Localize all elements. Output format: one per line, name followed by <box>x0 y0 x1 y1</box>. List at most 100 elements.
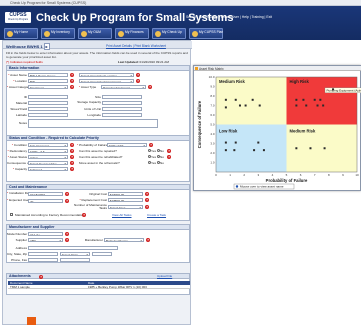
repair-radio-group[interactable]: Yes No <box>147 149 164 153</box>
create-task-link[interactable]: Create a Task <box>147 213 166 217</box>
help-icon[interactable]: ? <box>65 237 69 242</box>
zip-field[interactable] <box>92 251 112 256</box>
taskbar-icon[interactable] <box>27 317 36 325</box>
address-field[interactable] <box>28 245 118 250</box>
data-point <box>309 147 312 150</box>
help-icon[interactable]: ? <box>149 142 153 147</box>
nav-my-cupss-plan[interactable]: My CUPSS Plan <box>189 28 223 39</box>
factory-recommend-label: Maintained According to Factory Recommen… <box>15 212 86 217</box>
data-point <box>224 106 227 109</box>
data-point <box>295 104 298 107</box>
help-icon[interactable]: ? <box>65 191 69 196</box>
help-icon[interactable]: ? <box>70 142 74 147</box>
help-icon[interactable]: ? <box>70 160 74 165</box>
help-icon[interactable]: ? <box>65 231 69 236</box>
help-icon[interactable]: ? <box>70 78 74 83</box>
nav-my-finances[interactable]: My Finances <box>115 28 149 39</box>
size-field[interactable] <box>102 94 142 99</box>
help-icon[interactable]: ? <box>70 84 74 89</box>
street-field[interactable] <box>28 106 68 111</box>
help-icon[interactable]: ? <box>136 78 140 83</box>
fax-field[interactable] <box>60 257 90 262</box>
supplier-select[interactable]: ABC <box>28 237 63 242</box>
replacement-cost-field[interactable]: $18500.00 <box>108 197 143 202</box>
help-icon[interactable]: ? <box>167 154 171 159</box>
help-icon[interactable]: ? <box>70 72 74 77</box>
x-tick-label: 7 <box>314 173 316 177</box>
y-tick-label: 10.0 <box>209 75 215 79</box>
help-icon[interactable]: ? <box>146 237 150 242</box>
data-point <box>257 141 260 144</box>
pof-select[interactable]: SOP of SS <box>107 142 147 147</box>
asset-category-select[interactable]: Treatment <box>28 84 68 89</box>
manufacturer-select[interactable]: Berkeley Pumps <box>104 237 144 242</box>
maintenance-freq-select[interactable]: Select Freq... <box>108 204 143 209</box>
help-icon[interactable]: ? <box>145 204 149 209</box>
x-tick-label: 3 <box>257 173 259 177</box>
attachments-section: Attachments? Upload File Document Name Dat… <box>6 273 190 295</box>
location-field[interactable]: BW <box>28 78 68 83</box>
material-field[interactable] <box>28 100 68 105</box>
asset-dropdown-icon[interactable]: ▸ <box>43 43 50 50</box>
consequence-select[interactable]: Select Severe Value <box>28 160 68 165</box>
state-select[interactable]: Select State <box>60 251 90 256</box>
install-date-field[interactable]: 01/15/1993 <box>28 191 63 196</box>
asset-type-select[interactable]: Pumping Equipment <box>101 84 146 89</box>
help-icon[interactable]: ? <box>145 191 149 196</box>
x-axis-label: Probability of Failure <box>266 178 308 183</box>
nav-my-home[interactable]: My Home <box>4 28 38 39</box>
original-cost-field[interactable]: $18000.00 <box>108 191 143 196</box>
factory-recommend-checkbox[interactable] <box>10 213 13 216</box>
rehab-radio-group[interactable]: Yes No <box>147 155 164 159</box>
select-location-select[interactable]: Select Associated Location <box>79 72 134 77</box>
redundancy-select[interactable]: 100% - 3 ft <box>28 148 68 153</box>
help-icon[interactable]: ? <box>145 197 149 202</box>
condition-select[interactable]: Fair (Average) <box>28 142 68 147</box>
browser-tab-title[interactable]: Check Up Program for Small Systems (CUPS… <box>10 1 86 5</box>
top-links[interactable]: Set-up | Switch Utility | Create User | … <box>186 15 272 19</box>
risk-matrix-window[interactable]: Asset Risk Matrix 0 1 2 3 4 5 6 7 8 9 10 1.0 2.0 3.0 4… <box>193 65 361 191</box>
asset-status-select[interactable]: Active <box>28 154 68 159</box>
risk-matrix-chart[interactable]: 0 1 2 3 4 5 6 7 8 9 10 1.0 2.0 3.0 4.0 5.0 6.0 7.0 8.0 9.0 1… <box>194 71 361 192</box>
nav-my-check-up[interactable]: My Check Up <box>152 28 186 39</box>
help-icon[interactable]: ? <box>136 72 140 77</box>
help-icon[interactable]: ? <box>65 198 69 203</box>
last-updated-value: 01/22/2010 09:21 AM <box>139 60 169 64</box>
data-point <box>316 104 319 107</box>
help-icon[interactable]: ? <box>167 148 171 153</box>
help-icon[interactable]: ? <box>70 148 74 153</box>
asset-name-field[interactable]: BW 1 Pump House <box>28 72 68 77</box>
x-tick-label: 5 <box>286 173 288 177</box>
expected-life-field[interactable]: 20 <box>28 198 63 203</box>
help-icon[interactable]: ? <box>70 154 74 159</box>
nav-my-om[interactable]: My O&M <box>78 28 112 39</box>
help-icon[interactable]: ? <box>148 84 152 89</box>
notes-textarea[interactable] <box>28 119 158 128</box>
capacity-select[interactable]: Followed <box>28 166 68 171</box>
model-number-field[interactable]: A11-7 r <box>28 231 63 236</box>
longitude-field[interactable] <box>102 112 142 117</box>
latitude-field[interactable] <box>28 112 68 117</box>
print-links[interactable]: Print Asset Details | Print Blank Worksh… <box>106 44 166 48</box>
units-field[interactable] <box>102 106 142 111</box>
upload-file-link[interactable]: Upload File <box>157 274 172 279</box>
nav-label: My Inventory <box>51 30 70 34</box>
table-row[interactable]: TMM 1 sample 1985 + Berkley Pump 18bar RP… <box>8 285 190 289</box>
asset-status-label: * Asset Status <box>7 155 27 159</box>
phone-field[interactable] <box>28 257 58 262</box>
select-component-select[interactable]: Select Associated Component <box>79 78 134 83</box>
help-icon[interactable]: ? <box>39 274 43 279</box>
nav-label: My O&M <box>88 30 101 34</box>
help-icon[interactable]: ? <box>70 166 74 171</box>
view-tasks-link[interactable]: View All Tasks <box>112 213 132 217</box>
city-field[interactable] <box>28 251 58 256</box>
move-radio-group[interactable]: Yes No <box>147 161 164 165</box>
nav-my-inventory[interactable]: My Inventory <box>41 28 75 39</box>
id-field[interactable] <box>28 94 68 99</box>
phone-label: Phone, Fax <box>11 258 27 262</box>
asset-detail-panel: Wellhouse BWHS 1 ▸ Print Asset Details | … <box>2 40 192 325</box>
storage-field[interactable] <box>102 100 142 105</box>
cost-section: Cost and Maintenance * Installation Date… <box>6 184 190 221</box>
data-point <box>234 98 237 101</box>
help-icon[interactable]: ? <box>82 212 86 217</box>
